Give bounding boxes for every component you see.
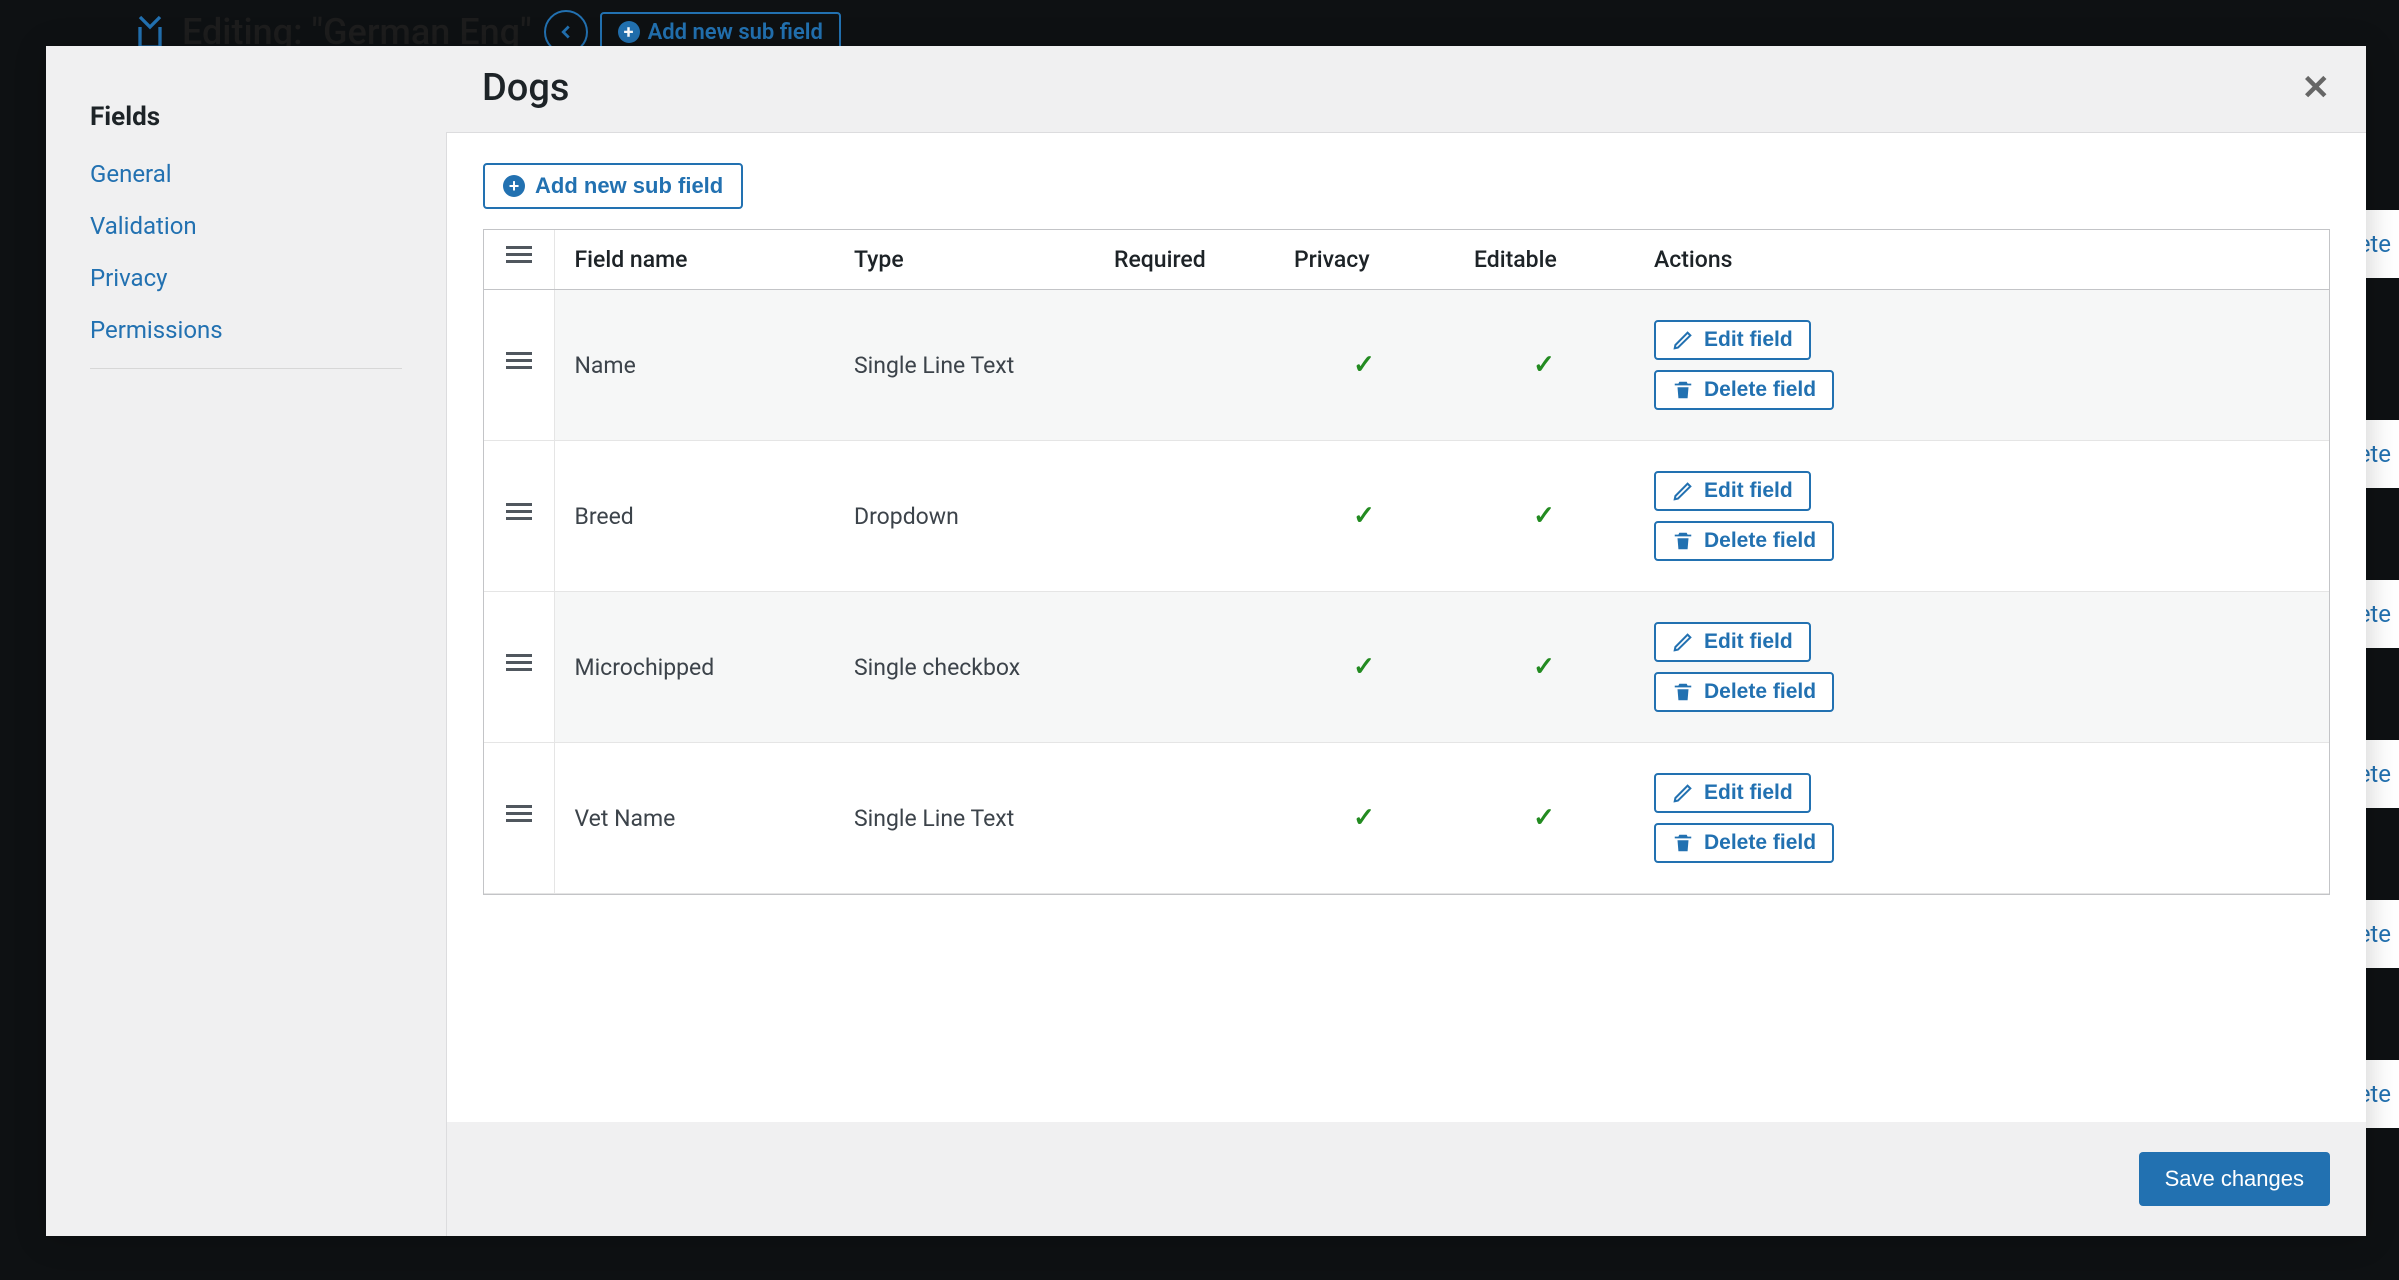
cell-required: [1094, 592, 1274, 743]
plus-circle-icon: +: [618, 21, 640, 43]
trash-icon: [1672, 832, 1694, 854]
cell-type: Single checkbox: [834, 592, 1094, 743]
cell-privacy: ✓: [1274, 592, 1454, 743]
cell-privacy: ✓: [1274, 441, 1454, 592]
bg-add-label: Add new sub field: [648, 20, 823, 45]
trash-icon: [1672, 681, 1694, 703]
check-icon: ✓: [1353, 652, 1375, 682]
cell-actions: Edit field Delete field: [1634, 743, 2329, 894]
cell-field-name: Microchipped: [554, 592, 834, 743]
add-sub-field-button[interactable]: + Add new sub field: [483, 163, 743, 209]
edit-field-button[interactable]: Edit field: [1654, 622, 1811, 662]
add-sub-field-label: Add new sub field: [535, 173, 723, 199]
check-icon: ✓: [1533, 350, 1555, 380]
cell-type: Single Line Text: [834, 290, 1094, 441]
edit-field-button[interactable]: Edit field: [1654, 471, 1811, 511]
edit-field-button[interactable]: Edit field: [1654, 773, 1811, 813]
trash-icon: [1672, 530, 1694, 552]
cell-editable: ✓: [1454, 290, 1634, 441]
modal-sidebar: Fields General Validation Privacy Permis…: [46, 46, 446, 1236]
cell-required: [1094, 743, 1274, 894]
check-icon: ✓: [1353, 501, 1375, 531]
fields-table-wrap: Field name Type Required Privacy Editabl…: [483, 229, 2330, 895]
col-field-name: Field name: [554, 230, 834, 290]
cell-editable: ✓: [1454, 743, 1634, 894]
pencil-icon: [1672, 480, 1694, 502]
modal-main: Dogs ✕ + Add new sub field Fi: [446, 46, 2366, 1236]
sidebar-divider: [90, 368, 402, 369]
cell-field-name: Name: [554, 290, 834, 441]
cell-editable: ✓: [1454, 441, 1634, 592]
cell-required: [1094, 441, 1274, 592]
col-actions: Actions: [1634, 230, 2329, 290]
check-icon: ✓: [1353, 803, 1375, 833]
col-editable: Editable: [1454, 230, 1634, 290]
delete-field-button[interactable]: Delete field: [1654, 823, 1834, 863]
modal-content: + Add new sub field Field name Type Requ…: [446, 133, 2366, 1122]
table-row: NameSingle Line Text ✓ ✓ Edit field Delete f…: [484, 290, 2329, 441]
trash-icon: [1672, 379, 1694, 401]
drag-handle-icon[interactable]: [506, 352, 532, 373]
cell-actions: Edit field Delete field: [1634, 441, 2329, 592]
close-icon[interactable]: ✕: [2302, 68, 2331, 108]
cell-field-name: Vet Name: [554, 743, 834, 894]
pencil-icon: [1672, 782, 1694, 804]
edit-field-button[interactable]: Edit field: [1654, 320, 1811, 360]
delete-field-button[interactable]: Delete field: [1654, 370, 1834, 410]
check-icon: ✓: [1353, 350, 1375, 380]
cell-privacy: ✓: [1274, 743, 1454, 894]
fields-table: Field name Type Required Privacy Editabl…: [484, 230, 2329, 894]
cell-type: Single Line Text: [834, 743, 1094, 894]
modal-header: Dogs ✕: [446, 46, 2366, 133]
sidebar-heading: Fields: [90, 102, 402, 132]
col-drag: [484, 230, 554, 290]
check-icon: ✓: [1533, 501, 1555, 531]
drag-handle-icon[interactable]: [506, 805, 532, 826]
cell-actions: Edit field Delete field: [1634, 290, 2329, 441]
sidebar-link-permissions[interactable]: Permissions: [90, 316, 402, 344]
sidebar-link-validation[interactable]: Validation: [90, 212, 402, 240]
cell-actions: Edit field Delete field: [1634, 592, 2329, 743]
modal-dialog: Fields General Validation Privacy Permis…: [46, 46, 2366, 1236]
table-row: MicrochippedSingle checkbox ✓ ✓ Edit field D…: [484, 592, 2329, 743]
plus-circle-icon: +: [503, 175, 525, 197]
delete-field-button[interactable]: Delete field: [1654, 521, 1834, 561]
cell-editable: ✓: [1454, 592, 1634, 743]
sidebar-link-general[interactable]: General: [90, 160, 402, 188]
cell-privacy: ✓: [1274, 290, 1454, 441]
cell-type: Dropdown: [834, 441, 1094, 592]
drag-handle-icon[interactable]: [506, 503, 532, 524]
pencil-icon: [1672, 631, 1694, 653]
table-row: Vet NameSingle Line Text ✓ ✓ Edit field Dele…: [484, 743, 2329, 894]
col-required: Required: [1094, 230, 1274, 290]
drag-handle-icon[interactable]: [506, 654, 532, 675]
modal-title: Dogs: [482, 66, 569, 110]
col-type: Type: [834, 230, 1094, 290]
modal-footer: Save changes: [446, 1122, 2366, 1236]
pencil-icon: [1672, 329, 1694, 351]
sidebar-link-privacy[interactable]: Privacy: [90, 264, 402, 292]
save-changes-button[interactable]: Save changes: [2139, 1152, 2330, 1206]
cell-field-name: Breed: [554, 441, 834, 592]
check-icon: ✓: [1533, 803, 1555, 833]
delete-field-button[interactable]: Delete field: [1654, 672, 1834, 712]
table-row: BreedDropdown ✓ ✓ Edit field Delete field: [484, 441, 2329, 592]
check-icon: ✓: [1533, 652, 1555, 682]
col-privacy: Privacy: [1274, 230, 1454, 290]
cell-required: [1094, 290, 1274, 441]
hamburger-icon: [506, 246, 532, 267]
